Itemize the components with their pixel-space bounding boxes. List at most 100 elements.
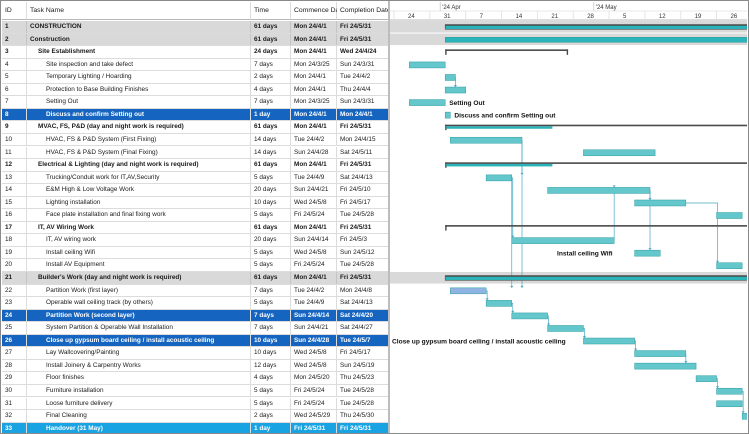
task-row[interactable]: 30 Furniture installation 5 days Fri 24/5/2… <box>2 384 388 398</box>
dependency-arrow <box>612 185 616 188</box>
task-row[interactable]: 18 IT, AV wiring work 20 days Sun 24/4/14 Fr… <box>2 234 388 247</box>
task-duration: 20 days <box>251 184 291 196</box>
task-row[interactable]: 6 Protection to Base Building Finishes 4 d… <box>2 83 388 97</box>
task-name: Construction <box>27 33 251 46</box>
task-id: 17 <box>2 221 27 234</box>
task-completion-date: Mon 24/4/1 <box>340 110 373 118</box>
task-row[interactable]: 14 E&M High & Low Voltage Work 20 days Sun … <box>2 184 388 197</box>
task-row[interactable]: 7 Setting Out 7 days Mon 24/3/25 Sun 24/3/31 <box>2 96 388 109</box>
dependency-arrow <box>715 386 720 389</box>
column-header-commence-date[interactable]: Commence Date <box>291 2 345 20</box>
task-row[interactable]: 26 Close up gypsum board ceiling / instal… <box>2 334 388 348</box>
task-id: 13 <box>2 171 27 184</box>
task-bar <box>716 212 743 219</box>
task-row[interactable]: 1 CONSTRUCTION 61 days Mon 24/4/1 Fri 24/5/3… <box>2 21 388 34</box>
task-duration: 14 days <box>251 146 291 159</box>
dependency-arrow <box>520 285 524 288</box>
task-row[interactable]: 27 Lay Wallcovering/Painting 10 days Wed 24… <box>2 347 388 360</box>
task-commence-date: Wed 24/5/8 <box>291 347 337 359</box>
task-id: 16 <box>2 209 27 221</box>
task-row[interactable]: 29 Floor finishes 4 days Mon 24/5/20 Thu 24/… <box>2 372 388 385</box>
task-row[interactable]: 28 Install Joinery & Carpentry Works 12 da… <box>2 359 388 373</box>
task-row[interactable]: 8 Discuss and confirm Setting out 1 day Mon… <box>2 108 388 122</box>
task-row[interactable]: 16 Face plate installation and final fixi… <box>2 209 388 222</box>
week-label: 19 <box>695 14 702 20</box>
task-duration: 5 days <box>251 209 291 221</box>
task-row[interactable]: 11 HVAC, FS & P&D System (Final Fixing) 14… <box>2 146 388 160</box>
task-row[interactable]: 19 Install ceiling Wifi 5 days Wed 24/5/8 Su… <box>2 246 388 260</box>
task-id: 5 <box>2 71 27 83</box>
task-row[interactable]: 24 Partition Work (second layer) 7 days Sun… <box>2 309 388 323</box>
task-duration: 5 days <box>251 297 291 309</box>
task-name: Final Cleaning <box>27 410 251 422</box>
task-row[interactable]: 5 Temporary Lighting / Hoarding 2 days Mon … <box>2 71 388 84</box>
task-completion-date: Thu 24/5/23 <box>340 374 375 382</box>
task-commence-date: Fri 24/5/31 <box>291 422 337 433</box>
column-header-task-name[interactable]: Task Name <box>27 2 251 20</box>
column-header-id[interactable]: ID <box>2 2 27 20</box>
task-commence-date: Sun 24/4/21 <box>291 184 337 196</box>
task-completion-date: Fri 24/5/31 <box>340 123 372 131</box>
task-duration: 5 days <box>251 384 291 397</box>
task-duration: 10 days <box>251 334 291 347</box>
task-row[interactable]: 15 Lighting installation 10 days Wed 24/5/8… <box>2 196 388 210</box>
task-completion-date: Sat 24/4/13 <box>340 173 373 181</box>
task-row[interactable]: 21 Builder's Work (day and night work is … <box>2 272 388 285</box>
task-row[interactable]: 9 MVAC, FS, P&D (day and night work is re… <box>2 121 388 134</box>
task-bar <box>716 262 743 269</box>
task-name: Handover (31 May) <box>27 422 251 433</box>
week-label: 28 <box>587 14 594 20</box>
task-commence-date: Mon 24/4/1 <box>291 33 337 46</box>
task-grid: ID Task Name Time Commence Date Completi… <box>2 2 391 433</box>
task-name: Face plate installation and final fixing… <box>27 209 251 221</box>
task-completion-date: Wed 24/4/24 <box>340 48 377 56</box>
task-duration: 20 days <box>251 234 291 246</box>
task-row[interactable]: 31 Loose furniture delivery 5 days Fri 24/5… <box>2 397 388 411</box>
task-bar <box>547 187 651 194</box>
column-header-time[interactable]: Time <box>251 2 291 20</box>
task-duration: 1 day <box>251 108 291 121</box>
task-completion-date: Sat 24/4/13 <box>340 299 373 307</box>
task-row[interactable]: 17 IT, AV Wiring Work 61 days Mon 24/4/1 Fri… <box>2 221 388 235</box>
task-id: 20 <box>2 259 27 271</box>
task-row[interactable]: 12 Electrical & Lighting (day and night w… <box>2 159 388 172</box>
task-row[interactable]: 33 Handover (31 May) 1 day Fri 24/5/31 Fri 2… <box>2 422 388 433</box>
task-completion-date: Tue 24/5/28 <box>340 399 374 407</box>
task-commence-date: Mon 24/3/25 <box>291 58 337 71</box>
task-row[interactable]: 3 Site Establishment 24 days Mon 24/4/1 Wed … <box>2 46 388 59</box>
task-commence-date: Fri 24/5/24 <box>291 384 337 397</box>
dependency-arrow <box>453 85 458 88</box>
task-id: 14 <box>2 184 27 196</box>
task-duration: 7 days <box>251 58 291 71</box>
task-name: Operable wall ceiling track (by others) <box>27 297 251 309</box>
task-commence-date: Tue 24/4/2 <box>291 133 337 146</box>
task-completion-date: Tue 24/4/2 <box>340 73 371 81</box>
summary-bar <box>445 225 747 227</box>
task-row[interactable]: 13 Trucking/Conduit work for IT,AV,Securi… <box>2 171 388 185</box>
task-name: CONSTRUCTION <box>27 21 251 33</box>
task-name: HVAC, FS & P&D System (Final Fixing) <box>27 146 251 159</box>
bar-label: Install ceiling Wifi <box>557 250 613 257</box>
task-commence-date: Sun 24/4/28 <box>291 146 337 159</box>
dependency-link <box>685 202 718 263</box>
task-commence-date: Tue 24/4/9 <box>291 297 337 309</box>
task-row[interactable]: 22 Partition Work (first layer) 7 days Tue … <box>2 284 388 298</box>
task-id: 15 <box>2 196 27 209</box>
week-label: 12 <box>659 14 666 20</box>
task-row[interactable]: 25 System Partition & Operable Wall Insta… <box>2 322 388 335</box>
task-row[interactable]: 4 Site inspection and take defect 7 days Mo… <box>2 58 388 72</box>
task-row[interactable]: 20 Install AV Equipment 5 days Fri 24/5/24 T… <box>2 259 388 272</box>
task-duration: 4 days <box>251 83 291 96</box>
task-commence-date: Mon 24/4/1 <box>291 108 337 121</box>
task-row[interactable]: 23 Operable wall ceiling track (by others… <box>2 297 388 310</box>
task-bar <box>409 61 446 69</box>
task-bar <box>511 312 548 320</box>
dependency-arrow <box>582 336 587 339</box>
task-row[interactable]: 32 Final Cleaning 2 days Wed 24/5/29 Thu 24/… <box>2 410 388 423</box>
task-row[interactable]: 2 Construction 61 days Mon 24/4/1 Fri 24/5/3… <box>2 33 388 47</box>
column-header-completion-date[interactable]: Completion Date <box>337 2 391 20</box>
summary-bar-cap <box>445 275 747 277</box>
dependency-arrow <box>547 323 551 326</box>
task-completion-date: Fri 24/5/31 <box>340 35 372 43</box>
task-row[interactable]: 10 HVAC, FS & P&D System (First Fixing) 14… <box>2 133 388 147</box>
